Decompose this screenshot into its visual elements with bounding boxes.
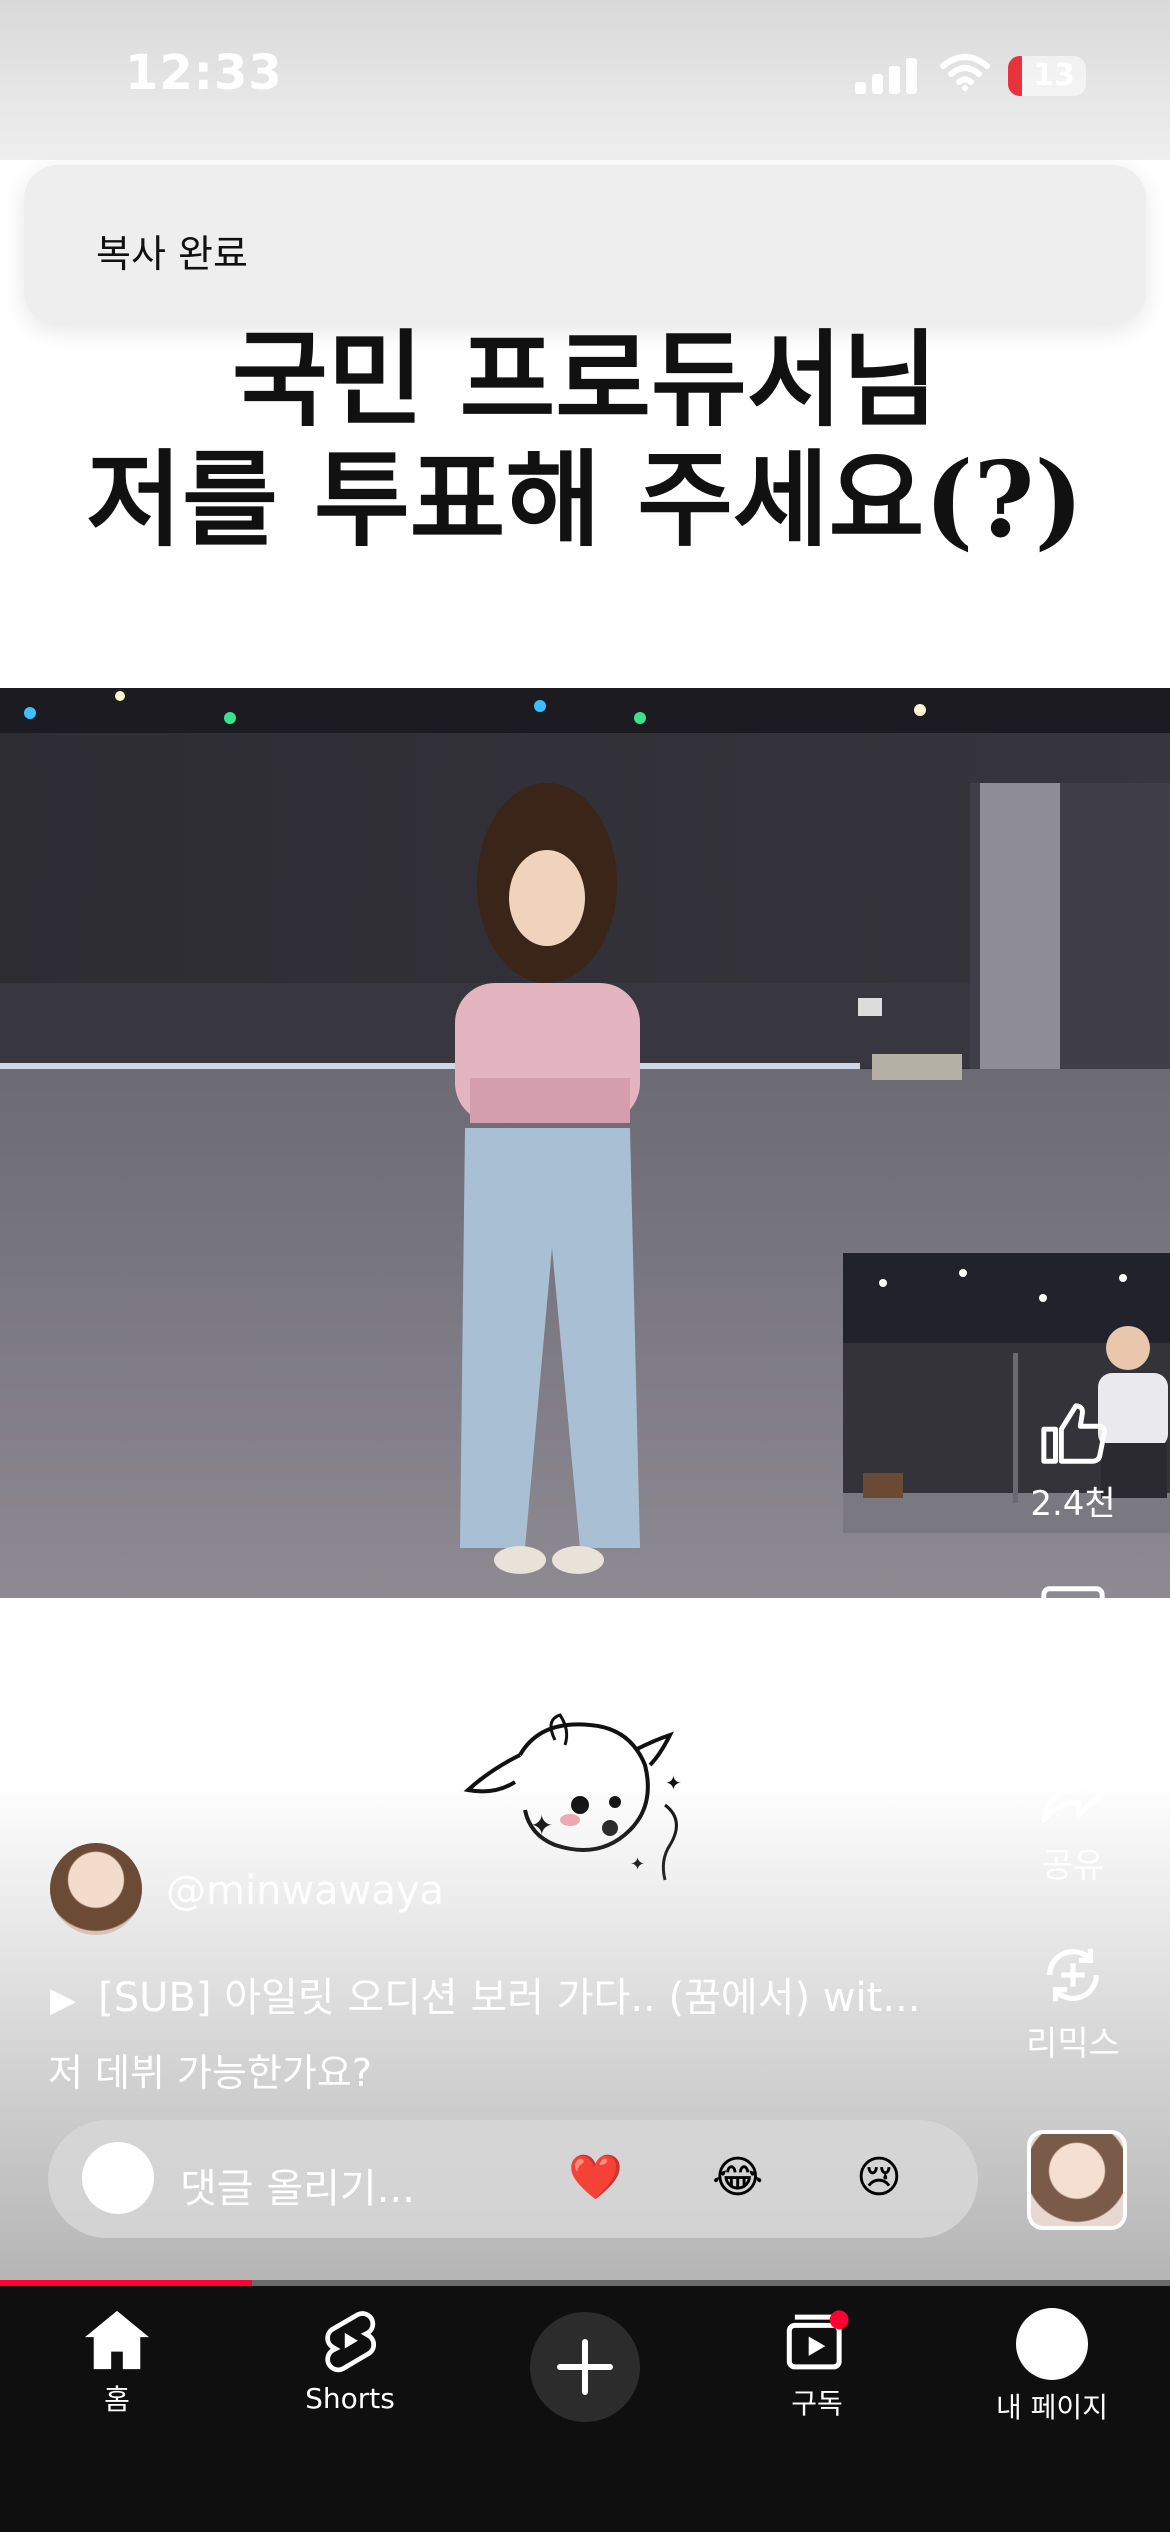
share-button[interactable]: 공유	[1003, 1762, 1143, 1887]
nav-shorts-label: Shorts	[305, 2382, 395, 2415]
battery-icon: 13	[1008, 56, 1086, 96]
nav-home-label: 홈	[104, 2383, 130, 2416]
video-caption-overlay: 국민 프로듀서님 저를 투표해 주세요(?)	[0, 320, 1170, 560]
like-button[interactable]: 2.4천	[1003, 1400, 1143, 1525]
related-video-title: [SUB] 아일릿 오디션 보러 가다.. (꿈에서) wit...	[98, 1975, 921, 2021]
user-avatar	[82, 2142, 154, 2214]
play-icon: ▶	[50, 1980, 77, 2020]
profile-icon	[1016, 2308, 1088, 2380]
nav-home[interactable]: 홈	[37, 2308, 197, 2418]
channel-avatar[interactable]	[50, 1843, 142, 1935]
remix-button[interactable]: 리믹스	[1003, 1940, 1143, 2065]
copy-toast: 복사 완료	[24, 165, 1146, 325]
nav-subscriptions-label: 구독	[791, 2387, 843, 2420]
laughing-emoji-button[interactable]: 😂	[712, 2150, 763, 2206]
comment-input-bar[interactable]: 댓글 올리기... ❤️ 😂 😢	[48, 2120, 978, 2238]
comment-count: 33	[1051, 1656, 1095, 1696]
nav-my-page[interactable]: 내 페이지	[972, 2308, 1132, 2426]
thumbs-up-icon	[1041, 1403, 1108, 1464]
sound-remix-thumbnail[interactable]	[1027, 2130, 1127, 2230]
related-video-link[interactable]: ▶ [SUB] 아일릿 오디션 보러 가다.. (꿈에서) wit...	[50, 1965, 920, 2023]
subscriptions-icon	[786, 2310, 849, 2370]
nav-shorts[interactable]: Shorts	[270, 2308, 430, 2415]
home-icon	[85, 2310, 149, 2370]
caption-line-1: 국민 프로듀서님	[232, 318, 938, 441]
remix-label: 리믹스	[1026, 2024, 1120, 2064]
comment-icon	[1041, 1586, 1105, 1647]
battery-level: 13	[1033, 58, 1075, 93]
share-arrow-icon	[1041, 1771, 1105, 1823]
nav-my-page-label: 내 페이지	[996, 2391, 1108, 2424]
nav-subscriptions[interactable]: 구독	[737, 2308, 897, 2422]
remix-icon	[1047, 1948, 1099, 2002]
bottom-nav: 홈 Shorts 구독 내 페이지	[0, 2286, 1170, 2532]
status-time: 12:33	[125, 45, 283, 101]
short-description: 저 데뷔 가능한가요?	[48, 2051, 373, 2095]
share-label: 공유	[1041, 1846, 1105, 1886]
channel-handle[interactable]: @minwawaya	[166, 1868, 444, 1914]
plus-icon	[557, 2339, 613, 2395]
create-button[interactable]	[530, 2312, 640, 2422]
comments-button[interactable]: 33	[1003, 1580, 1143, 1696]
cellular-signal-icon	[855, 58, 917, 94]
shorts-icon	[325, 2311, 376, 2373]
comment-placeholder[interactable]: 댓글 올리기...	[180, 2156, 415, 2214]
wifi-icon	[940, 54, 990, 91]
crying-emoji-button[interactable]: 😢	[856, 2150, 902, 2206]
like-count: 2.4천	[1030, 1484, 1116, 1524]
caption-line-2: 저를 투표해 주세요(?)	[86, 438, 1084, 561]
heart-emoji-button[interactable]: ❤️	[568, 2150, 623, 2206]
toast-text: 복사 완료	[96, 232, 248, 276]
